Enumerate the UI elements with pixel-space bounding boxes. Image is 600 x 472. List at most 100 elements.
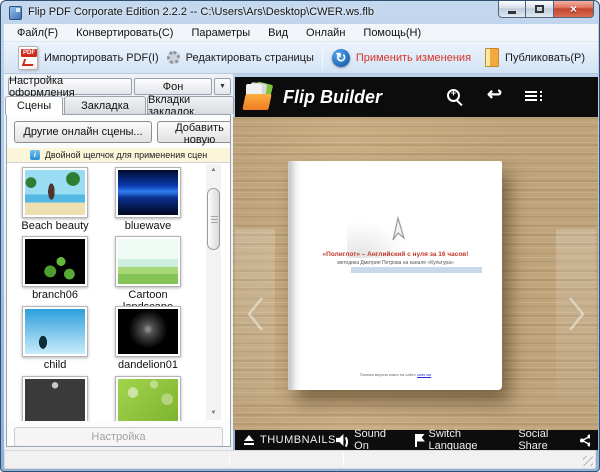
- scene-image: [118, 239, 178, 284]
- scene-label: child: [43, 359, 67, 371]
- scene-scrollbar[interactable]: ▲ ▼: [206, 164, 221, 420]
- edit-pages-button[interactable]: Редактировать страницы: [166, 51, 314, 64]
- window-title: Flip PDF Corporate Edition 2.2.2 -- C:\U…: [28, 6, 374, 18]
- chevron-right-icon: [569, 297, 585, 331]
- maximize-icon: [535, 5, 544, 13]
- toolbar: PDF Импортировать PDF(I) Редактировать с…: [4, 42, 598, 74]
- import-pdf-label: Импортировать PDF(I): [44, 51, 159, 64]
- status-bar: [4, 450, 596, 469]
- scene-image: [25, 170, 85, 215]
- book-footer-line: Полная версия книги на сайте cwer.ws: [289, 372, 502, 377]
- scroll-down-icon[interactable]: ▼: [206, 407, 221, 420]
- import-pdf-button[interactable]: PDF Импортировать PDF(I): [18, 45, 159, 70]
- scene-thumbnail-partial-1[interactable]: [22, 376, 88, 421]
- share-label: Social Share: [518, 428, 549, 452]
- scene-label: branch06: [32, 289, 78, 301]
- scene-image: [25, 309, 85, 354]
- scene-image: [25, 379, 85, 421]
- sound-label: Sound On: [354, 428, 386, 452]
- book-preview-area: «Полиглот» – Английский с нуля за 16 час…: [233, 117, 598, 430]
- menu-bar: Файл(F) Конвертировать(C) Параметры Вид …: [4, 24, 598, 42]
- scene-thumbnail-bluewave[interactable]: [115, 167, 181, 218]
- status-separator: [229, 453, 230, 466]
- more-online-scenes-button[interactable]: Другие онлайн сцены...: [14, 121, 152, 143]
- book-cover[interactable]: «Полиглот» – Английский с нуля за 16 час…: [289, 161, 502, 390]
- share-icon: [579, 434, 591, 446]
- book-footer-link[interactable]: cwer.ws: [417, 372, 431, 377]
- switch-language-button[interactable]: Switch Language: [413, 428, 503, 452]
- scenes-panel-body: Другие онлайн сцены... Добавить новую i …: [6, 114, 231, 447]
- zoom-in-icon[interactable]: +: [447, 88, 460, 102]
- flag-icon: [413, 433, 424, 447]
- resize-grip[interactable]: [583, 456, 593, 466]
- app-icon: [9, 6, 22, 20]
- hint-bar: i Двойной щелчок для применения сцен: [7, 148, 230, 162]
- chevron-left-icon: [247, 297, 263, 331]
- prev-page-arrow[interactable]: [235, 229, 275, 399]
- tab-bookmark[interactable]: Закладка: [64, 96, 146, 114]
- window-controls: ×: [498, 1, 594, 18]
- minimize-button[interactable]: [498, 1, 526, 18]
- undo-icon[interactable]: ↩: [487, 84, 502, 105]
- menu-item-help[interactable]: Помощь(H): [354, 24, 430, 41]
- titlebar: Flip PDF Corporate Edition 2.2.2 -- C:\U…: [1, 1, 599, 24]
- add-new-scene-button[interactable]: Добавить новую: [157, 121, 230, 146]
- close-icon: ×: [569, 2, 577, 16]
- scrollbar-thumb[interactable]: [207, 188, 220, 250]
- hint-text: Двойной щелчок для применения сцен: [44, 150, 208, 160]
- speaker-icon: [336, 434, 349, 449]
- tabs-dropdown-button[interactable]: ▼: [214, 78, 231, 95]
- menu-item-file[interactable]: Файл(F): [8, 24, 67, 41]
- preview-footer: THUMBNAILS Sound On Switch Language Soci…: [235, 428, 598, 452]
- scene-thumbnail-branch06[interactable]: [22, 236, 88, 287]
- apply-changes-label: Применить изменения: [355, 51, 472, 64]
- menu-item-convert[interactable]: Конвертировать(C): [67, 24, 182, 41]
- scene-thumbnail-beach-beauty[interactable]: [22, 167, 88, 218]
- info-icon: i: [29, 150, 40, 160]
- book-icon: [485, 48, 500, 67]
- minimize-icon: [508, 10, 516, 14]
- scene-thumbnail-dandelion01[interactable]: [115, 306, 181, 357]
- eject-icon: [243, 435, 255, 445]
- thumbnails-label: THUMBNAILS: [260, 434, 336, 446]
- next-page-arrow[interactable]: [556, 229, 596, 399]
- preview-panel: Flip Builder + ↩ «Полиглот» – Английский…: [233, 74, 598, 452]
- scene-thumbnail-partial-2[interactable]: [115, 376, 181, 421]
- brand-title: Flip Builder: [283, 87, 382, 107]
- settings-button[interactable]: Настройка: [14, 427, 223, 446]
- maximize-button[interactable]: [526, 1, 553, 18]
- scroll-up-icon[interactable]: ▲: [206, 164, 221, 177]
- flip-builder-logo-icon: [242, 81, 277, 111]
- tab-background[interactable]: Фон: [134, 78, 212, 95]
- tab-scenes[interactable]: Сцены: [5, 96, 63, 115]
- menu-item-online[interactable]: Онлайн: [297, 24, 354, 41]
- left-panel: Настройка оформления Фон ▼ Сцены Закладк…: [4, 74, 234, 450]
- scene-thumbnail-cartoon-landscape[interactable]: [115, 236, 181, 287]
- social-share-button[interactable]: Social Share: [518, 428, 591, 452]
- thumbnails-button[interactable]: THUMBNAILS: [243, 434, 336, 446]
- gear-icon: [166, 51, 180, 64]
- scene-image: [118, 170, 178, 215]
- scene-label: Beach beauty: [21, 220, 89, 232]
- scene-image: [118, 309, 178, 354]
- tab-design-settings[interactable]: Настройка оформления: [8, 75, 132, 99]
- scene-list: Beach beauty bluewave branch06 Cartoon l…: [7, 162, 230, 421]
- sound-toggle[interactable]: Sound On: [336, 428, 398, 452]
- menu-item-options[interactable]: Параметры: [182, 24, 259, 41]
- app-window: Flip PDF Corporate Edition 2.2.2 -- C:\U…: [0, 0, 600, 472]
- tab-bookmark-tabs[interactable]: Вкладки закладок: [147, 94, 234, 118]
- menu-item-view[interactable]: Вид: [259, 24, 297, 41]
- scene-label: dandelion01: [118, 359, 178, 371]
- pdf-icon: PDF: [18, 45, 38, 70]
- close-button[interactable]: ×: [553, 1, 594, 18]
- scene-image: [118, 379, 178, 421]
- preview-header: Flip Builder + ↩: [235, 77, 598, 117]
- publish-button[interactable]: Публиковать(P): [485, 48, 585, 67]
- scene-thumbnail-child[interactable]: [22, 306, 88, 357]
- book-footer-text: Полная версия книги на сайте: [359, 372, 416, 377]
- menu-list-icon[interactable]: [525, 91, 543, 103]
- publish-label: Публиковать(P): [505, 51, 586, 64]
- apply-changes-button[interactable]: ↻ Применить изменения: [331, 48, 472, 67]
- toolbar-separator: [321, 45, 323, 70]
- scene-tab-row: Сцены Закладка Вкладки закладок: [5, 94, 234, 118]
